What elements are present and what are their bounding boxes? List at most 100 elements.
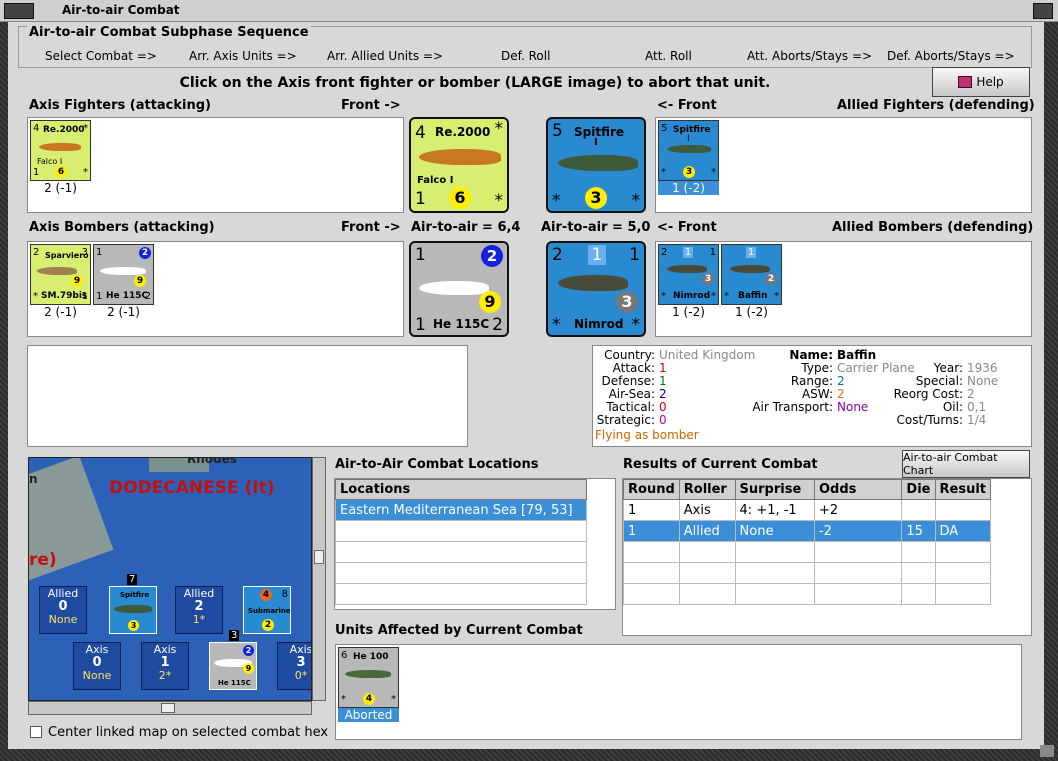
big-tr: *	[494, 119, 504, 139]
allied-air-to-air-value: Air-to-air = 5,0	[541, 220, 651, 235]
center-map-checkbox[interactable]	[30, 726, 42, 738]
air-combat-chart-label: Air-to-air Combat Chart	[903, 451, 998, 477]
big-attack: 5	[552, 121, 563, 141]
resize-grip-icon[interactable]	[1040, 745, 1054, 757]
step-def-roll: Def. Roll	[501, 49, 551, 63]
front-allied-fighter[interactable]: 5 Spitfire I * 3 *	[546, 117, 646, 213]
counter-attack: 1	[96, 247, 103, 258]
big-subname: I	[594, 137, 598, 148]
unit-counter-baffin[interactable]: 1 2 * Baffin *	[721, 244, 782, 305]
scroll-thumb[interactable]	[161, 703, 175, 713]
counter-tr: *	[83, 123, 88, 134]
counter-caption: 2 (-1)	[107, 305, 140, 319]
map-counter-spitfire[interactable]: Spitfire 3	[109, 586, 157, 634]
big-tr: 1	[629, 245, 640, 265]
counter-name: Re.2000	[43, 125, 85, 135]
front-right-label-bombers: Front ->	[341, 220, 401, 235]
window-close-icon[interactable]	[1033, 3, 1053, 19]
map-horizontal-scrollbar[interactable]	[28, 701, 312, 715]
affected-units-list: 6 He 100 * 4 * Aborted	[335, 644, 1022, 740]
counter-circle: 3	[702, 273, 714, 285]
scroll-thumb[interactable]	[314, 550, 324, 564]
big-bl: 1	[415, 189, 426, 209]
country-value: United Kingdom	[659, 348, 756, 362]
col-die: Die	[901, 479, 936, 500]
unit-counter-he100[interactable]: 6 He 100 * 4 *	[338, 647, 399, 708]
counter-caption: 2 (-1)	[44, 181, 77, 195]
map-unit-allied-0[interactable]: Allied 0 None	[39, 586, 87, 634]
help-button[interactable]: Help	[932, 67, 1030, 97]
front-axis-fighter[interactable]: 4 Re.2000 * Falco I 1 6 *	[409, 117, 509, 213]
map-counter-submarine[interactable]: 4 8 Submarine 2	[243, 586, 291, 634]
big-tr: 2	[481, 245, 503, 267]
book-icon	[958, 76, 973, 88]
result-row-selected[interactable]: 1 Allied None -2 15 DA	[623, 520, 991, 542]
unit-counter-re2000[interactable]: 4 Re.2000 * Falco I 1 6 *	[30, 120, 91, 181]
step-att-aborts-stays: Att. Aborts/Stays =>	[747, 49, 873, 63]
location-row[interactable]: Eastern Mediterranean Sea [79, 53]	[335, 499, 587, 521]
cell-surprise: None	[734, 520, 815, 542]
front-allied-bomber[interactable]: 2 1 1 3 * Nimrod *	[546, 241, 646, 337]
unit-counter-spitfire[interactable]: 5 Spitfire I * 3 *	[658, 120, 719, 181]
window-menu-icon[interactable]	[4, 3, 34, 19]
cell-round: 1	[623, 520, 680, 542]
step-def-aborts-stays: Def. Aborts/Stays =>	[887, 49, 1015, 63]
big-bl: *	[552, 191, 561, 211]
plane-icon	[558, 275, 628, 291]
plane-icon	[730, 265, 770, 273]
map-unit-status: None	[48, 613, 78, 626]
plane-icon	[558, 155, 638, 171]
unit-counter-sparviero[interactable]: 2 Sparviero 3 9 * SM.79bis 1	[30, 244, 91, 305]
map-unit-axis-0[interactable]: Axis 0 None	[73, 642, 121, 690]
map-counter-he115c[interactable]: 2 9 He 115C	[209, 642, 257, 690]
plane-icon	[667, 145, 711, 153]
plane-icon	[37, 267, 77, 275]
unit-counter-nimrod[interactable]: 2 1 1 3 * Nimrod *	[658, 244, 719, 305]
map-unit-status: 0*	[294, 669, 308, 682]
map-label-dodecanese: DODECANESE (It)	[109, 478, 275, 498]
counter-caption: 1 (-2)	[735, 305, 768, 319]
big-circle: 3	[585, 187, 607, 209]
col-result: Result	[934, 479, 991, 500]
linked-map-view[interactable]: Rhodes n DODECANESE (It) re) Allied 0 No…	[28, 457, 312, 701]
counter-br: *	[391, 694, 396, 705]
map-counter-tr: 2	[243, 645, 254, 656]
map-unit-allied-2[interactable]: Allied 2 1*	[175, 586, 223, 634]
axis-bombers-header: Axis Bombers (attacking)	[29, 220, 215, 235]
map-unit-status: None	[82, 669, 112, 682]
unit-counter-he115c[interactable]: 1 2 9 1 He 115C 2	[93, 244, 154, 305]
result-row[interactable]: 1 Axis 4: +1, -1 +2	[623, 499, 991, 521]
counter-name: He 115C	[106, 291, 149, 301]
allied-bombers-list: 2 1 1 3 * Nimrod * 1 (-2) 1 2 * Baffin *…	[655, 241, 1032, 337]
counter-name: Spitfire	[673, 125, 711, 135]
map-counter-name: Spitfire	[120, 591, 150, 599]
counter-caption-aborted: Aborted	[338, 708, 399, 722]
big-circle: 9	[479, 291, 501, 313]
big-br: *	[631, 191, 641, 211]
air-transport-value: None	[837, 400, 869, 414]
counter-attack: 6	[341, 650, 348, 661]
map-unit-axis-1[interactable]: Axis 1 2*	[141, 642, 189, 690]
map-vertical-scrollbar[interactable]	[312, 457, 326, 701]
plane-icon	[345, 670, 391, 678]
map-counter-tr: 8	[281, 589, 288, 600]
locations-column-header: Locations	[335, 479, 587, 500]
counter-subname: Falco I	[37, 157, 63, 166]
big-br: 2	[492, 315, 503, 335]
map-label-partial: re)	[29, 550, 57, 570]
air-combat-chart-button[interactable]: Air-to-air Combat Chart	[902, 450, 1030, 478]
counter-br: 2	[144, 291, 151, 302]
front-left-label: <- Front	[657, 98, 717, 113]
counter-br: 1	[81, 291, 88, 302]
map-unit-axis-3[interactable]: Axis 3 0*	[277, 642, 311, 690]
big-circle: 6	[449, 187, 471, 209]
col-round: Round	[623, 479, 680, 500]
front-axis-bomber[interactable]: 1 2 9 1 He 115C 2	[409, 241, 509, 337]
counter-mid: 1	[683, 247, 693, 258]
map-counter-name: Submarine	[248, 607, 291, 615]
map-unit-status: 1*	[192, 613, 206, 626]
strategic-value: 0	[659, 413, 667, 427]
help-label: Help	[976, 75, 1004, 89]
instruction-text: Click on the Axis front fighter or bombe…	[179, 75, 771, 91]
step-arr-allied-units: Arr. Allied Units =>	[327, 49, 444, 63]
